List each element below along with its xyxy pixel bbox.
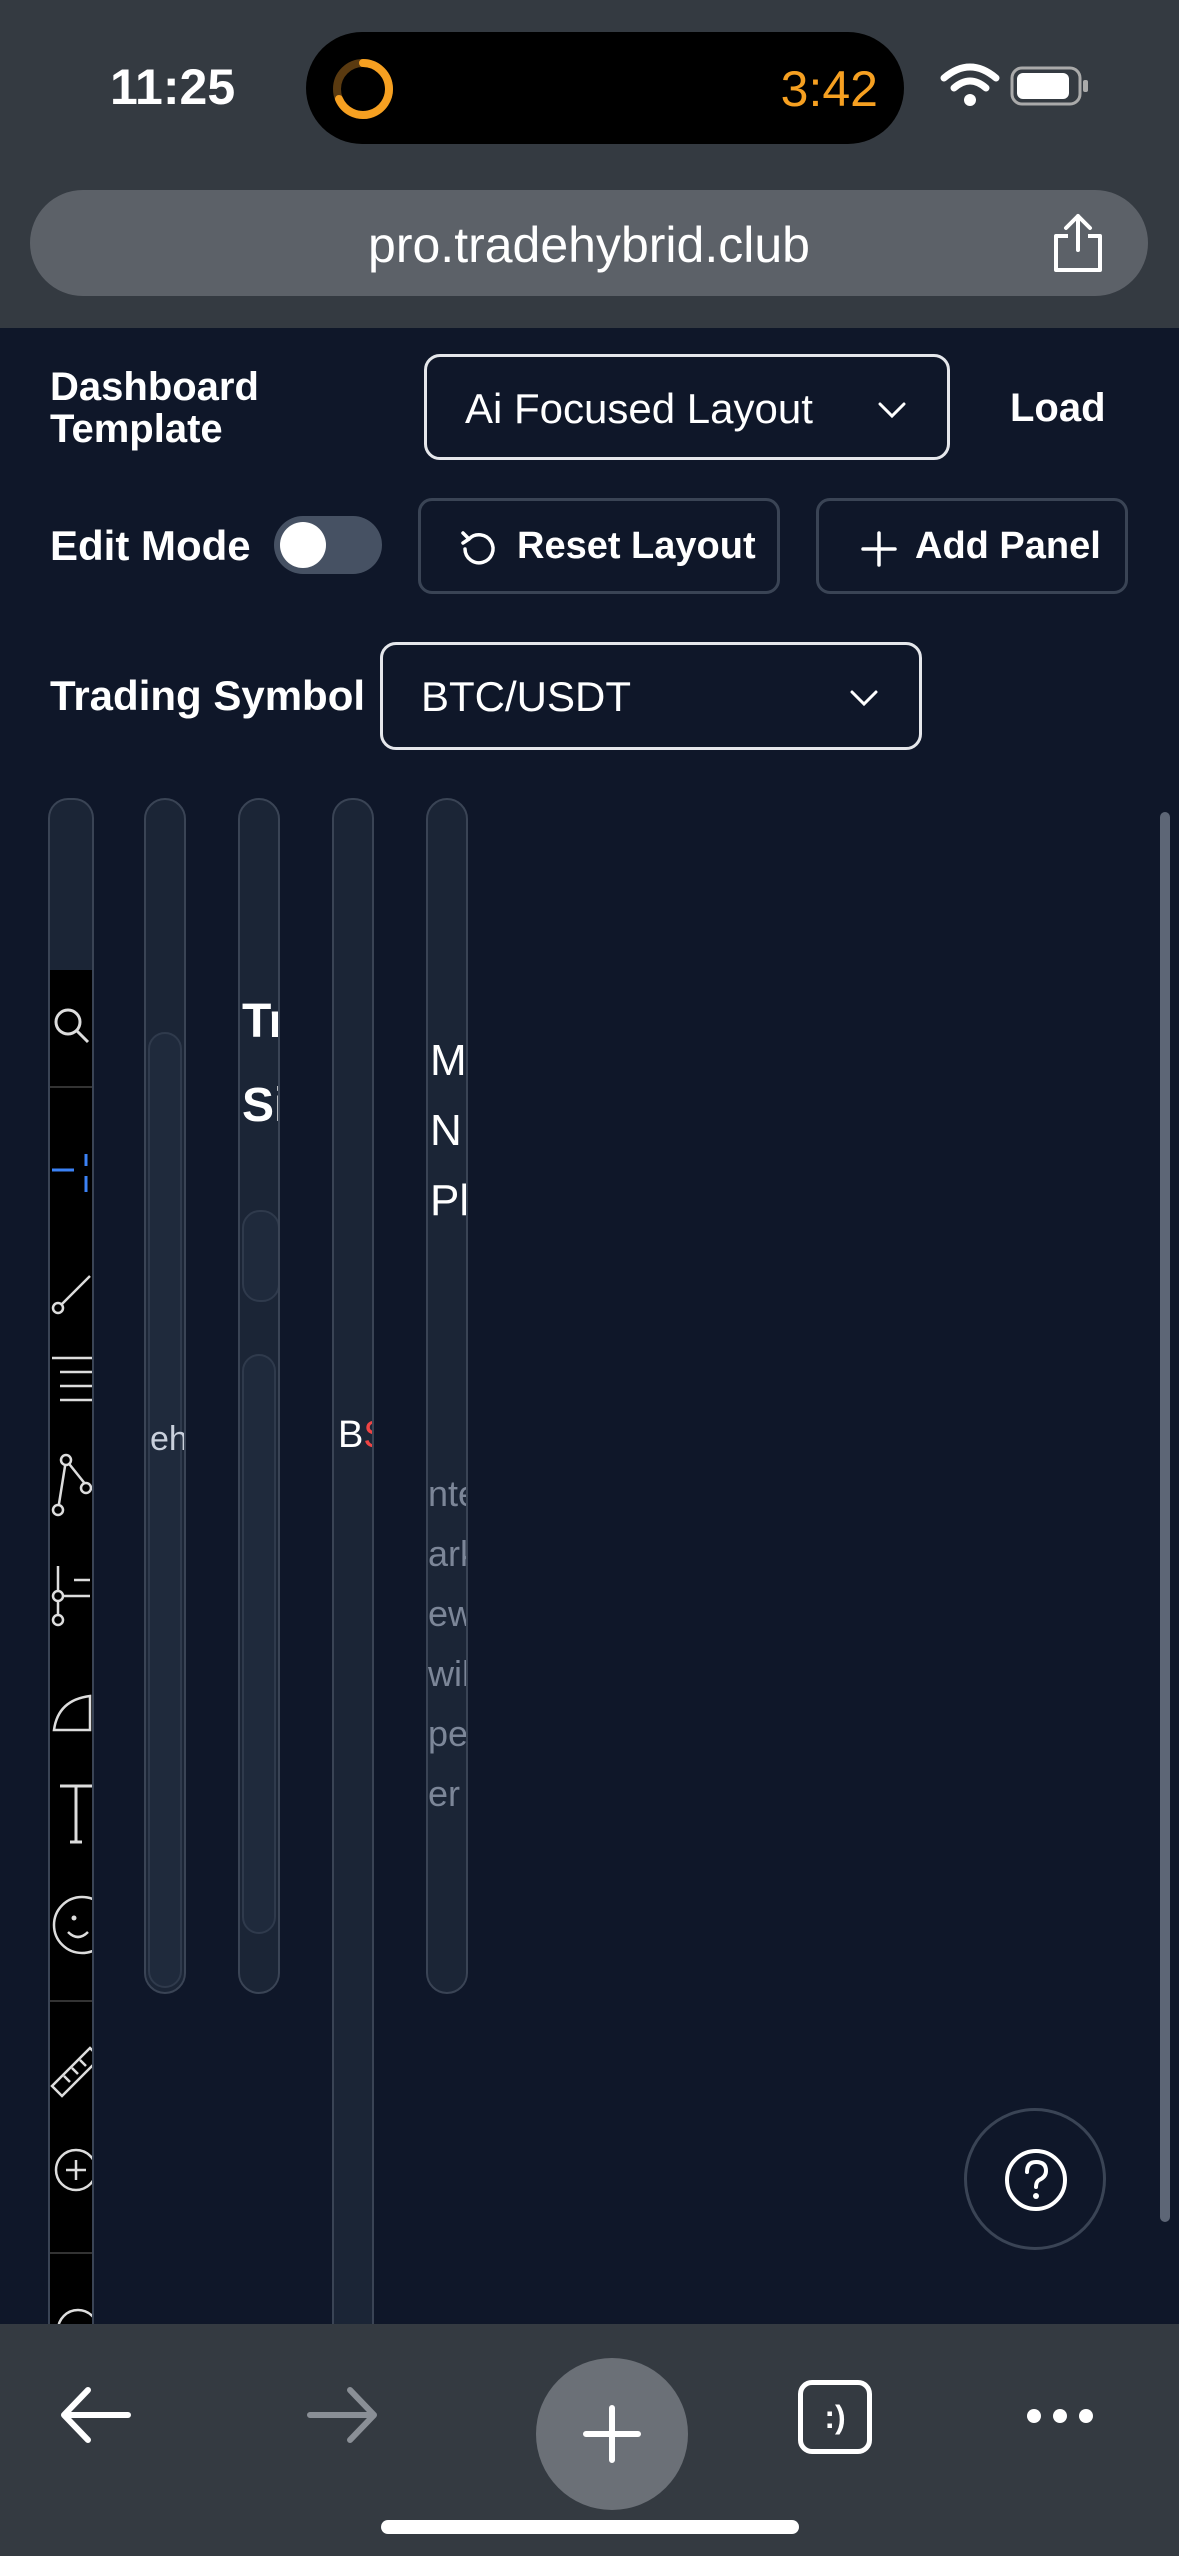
- edit-mode-label: Edit Mode: [50, 522, 251, 569]
- timer-ring-icon: [333, 59, 393, 119]
- trade-signals-title: Tr Si: [242, 995, 278, 1132]
- dashboard-template-label: Dashboard Template: [50, 365, 259, 451]
- ruler-icon[interactable]: [50, 2030, 92, 2100]
- prediction-icon[interactable]: [50, 1560, 92, 1630]
- market-news-body: nte ark ew wil pe er: [428, 1473, 468, 1814]
- trading-symbol-value: BTC/USDT: [421, 673, 631, 720]
- fib-icon[interactable]: [50, 1350, 92, 1410]
- signal-list: [242, 1354, 276, 1934]
- zoom-in-icon[interactable]: [50, 2140, 92, 2200]
- market-news-panel[interactable]: M N Pl nte ark ew wil pe er: [426, 798, 468, 1994]
- toggle-knob: [280, 522, 326, 568]
- crosshair-icon[interactable]: [50, 1130, 92, 1210]
- add-panel-button[interactable]: Add Panel: [816, 498, 1128, 594]
- text-icon[interactable]: [50, 1780, 92, 1850]
- back-icon[interactable]: [58, 2384, 132, 2446]
- url-text: pro.tradehybrid.club: [368, 217, 810, 273]
- tabs-button[interactable]: :): [798, 2380, 872, 2454]
- ai-panel[interactable]: eh: [144, 798, 186, 1994]
- url-bar[interactable]: pro.tradehybrid.club: [30, 190, 1148, 296]
- new-tab-button[interactable]: [536, 2358, 688, 2510]
- reset-icon: [461, 531, 495, 565]
- edit-mode-toggle[interactable]: [274, 516, 382, 574]
- battery-icon: [1010, 66, 1088, 106]
- share-icon[interactable]: [1048, 212, 1108, 274]
- chevron-down-icon: [850, 690, 878, 707]
- brush-icon[interactable]: [50, 1680, 92, 1740]
- forward-icon[interactable]: [306, 2384, 380, 2446]
- ai-panel-text: eh: [150, 1420, 186, 1458]
- dynamic-island: 3:42: [306, 32, 904, 144]
- trading-symbol-label: Trading Symbol: [50, 672, 366, 719]
- reset-layout-button[interactable]: Reset Layout: [418, 498, 780, 594]
- pattern-icon[interactable]: [50, 1450, 92, 1520]
- help-icon: [1005, 2149, 1067, 2211]
- order-book-text: BS: [338, 1414, 372, 1456]
- trade-signals-panel[interactable]: Tr Si: [238, 798, 280, 1994]
- template-select[interactable]: Ai Focused Layout: [424, 354, 950, 460]
- market-news-title: M N Pl: [430, 1036, 468, 1225]
- emoji-icon[interactable]: [50, 1890, 92, 1960]
- search-icon[interactable]: [50, 1000, 92, 1052]
- timer-text: 3:42: [780, 61, 878, 117]
- signal-card[interactable]: [242, 1210, 278, 1302]
- plus-icon: [583, 2405, 641, 2463]
- load-button[interactable]: Load: [1010, 386, 1106, 431]
- chevron-down-icon: [878, 402, 906, 419]
- page-scrollbar[interactable]: [1160, 812, 1170, 2222]
- order-book-panel[interactable]: BS: [332, 798, 374, 2338]
- chart-panel[interactable]: [48, 798, 94, 2338]
- template-select-value: Ai Focused Layout: [465, 385, 813, 432]
- trading-symbol-select[interactable]: BTC/USDT: [380, 642, 922, 750]
- home-indicator: [381, 2520, 799, 2534]
- help-button[interactable]: [964, 2108, 1106, 2250]
- plus-icon: [861, 531, 897, 567]
- browser-chrome: 11:25 3:42 pro.tradehybrid.club: [0, 0, 1179, 328]
- ai-panel-content: [148, 1032, 182, 1988]
- status-time: 11:25: [110, 59, 236, 115]
- more-icon[interactable]: [1024, 2404, 1096, 2428]
- wifi-icon: [940, 63, 1000, 106]
- trend-line-icon[interactable]: [50, 1260, 92, 1320]
